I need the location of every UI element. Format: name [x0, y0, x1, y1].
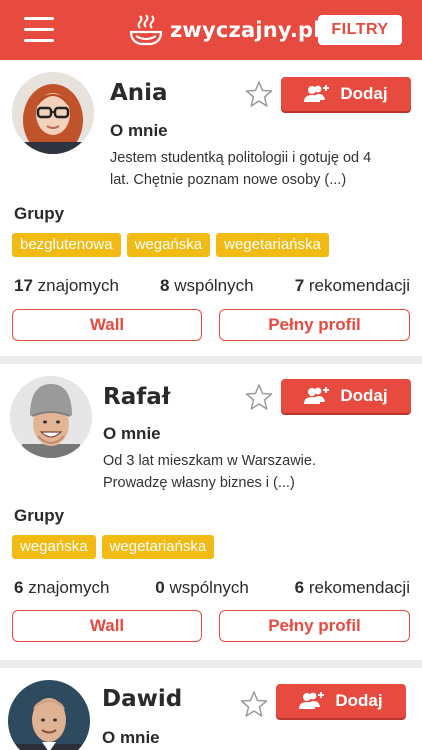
group-tags: wegańska wegetariańska	[12, 535, 215, 559]
filter-button[interactable]: FILTRY	[318, 15, 402, 45]
about-heading: O mnie	[110, 121, 168, 140]
group-tag[interactable]: wegańska	[12, 535, 96, 559]
profile-card: Rafał Dodaj O mnie Od 3 lat mieszkam w W…	[0, 364, 422, 660]
about-line: Jestem studentką politologii i gotuję od…	[110, 150, 372, 166]
top-bar: zwyczajny.pl FILTRY	[0, 0, 422, 60]
avatar-photo	[12, 72, 94, 154]
common-count: 8	[160, 276, 170, 295]
about-line: Od 3 lat mieszkam w Warszawie.	[103, 453, 316, 469]
common-stat[interactable]: 8 wspólnych	[160, 276, 254, 296]
profile-stats: 6 znajomych 0 wspólnych 6 rekomendacji	[14, 578, 410, 598]
about-line: lat. Chętnie poznam nowe osoby (...)	[110, 172, 347, 188]
add-friend-label: Dodaj	[340, 386, 388, 405]
about-text: Jestem studentką politologii i gotuję od…	[110, 147, 410, 191]
common-count: 0	[155, 578, 165, 597]
full-profile-button[interactable]: Pełny profil	[219, 610, 410, 642]
brand-name: zwyczajny.pl	[170, 18, 321, 42]
wall-button[interactable]: Wall	[12, 610, 202, 642]
avatar-photo	[10, 376, 92, 458]
friends-label: znajomych	[37, 276, 119, 295]
add-user-icon	[304, 85, 330, 102]
add-friend-button[interactable]: Dodaj	[281, 77, 411, 111]
avatar[interactable]	[12, 72, 94, 154]
add-friend-label: Dodaj	[340, 84, 388, 103]
profile-name[interactable]: Ania	[110, 80, 168, 106]
avatar[interactable]	[10, 376, 92, 458]
friends-count: 17	[14, 276, 33, 295]
profile-name[interactable]: Rafał	[103, 384, 170, 410]
star-icon[interactable]	[245, 383, 273, 411]
menu-icon[interactable]	[24, 17, 54, 43]
profile-card: Ania Dodaj O mnie Jestem studentką polit…	[0, 60, 422, 356]
friends-label: znajomych	[28, 578, 110, 597]
about-line: Prowadzę własny biznes i (...)	[103, 475, 295, 491]
about-heading: O mnie	[102, 728, 160, 747]
group-tag[interactable]: wegańska	[126, 233, 211, 257]
add-friend-button[interactable]: Dodaj	[276, 684, 406, 718]
brand-logo[interactable]: zwyczajny.pl	[128, 12, 321, 48]
common-label: wspólnych	[174, 276, 254, 295]
add-friend-label: Dodaj	[335, 691, 383, 710]
groups-heading: Grupy	[14, 204, 65, 223]
recommendations-label: rekomendacji	[308, 276, 410, 295]
profile-stats: 17 znajomych 8 wspólnych 7 rekomendacji	[14, 276, 410, 296]
group-tag[interactable]: wegetariańska	[216, 233, 329, 257]
recommendations-stat[interactable]: 7 rekomendacji	[295, 276, 410, 296]
full-profile-button[interactable]: Pełny profil	[219, 309, 410, 341]
about-text: Od 3 lat mieszkam w Warszawie. Prowadzę …	[103, 450, 403, 494]
recommendations-count: 7	[294, 276, 305, 295]
avatar-photo	[8, 680, 90, 750]
about-heading: O mnie	[103, 424, 161, 443]
add-user-icon	[299, 692, 325, 709]
group-tag[interactable]: bezglutenowa	[12, 233, 121, 257]
recommendations-stat[interactable]: 6 rekomendacji	[295, 578, 410, 598]
common-label: wspólnych	[169, 578, 249, 597]
friends-stat[interactable]: 6 znajomych	[14, 578, 109, 598]
avatar[interactable]	[8, 680, 90, 750]
recommendations-label: rekomendacji	[308, 578, 410, 597]
profile-card: Dawid Dodaj O mnie	[0, 668, 422, 750]
profile-name[interactable]: Dawid	[102, 686, 182, 712]
star-icon[interactable]	[245, 80, 273, 108]
friends-stat[interactable]: 17 znajomych	[14, 276, 119, 296]
recommendations-count: 6	[294, 578, 305, 597]
common-stat[interactable]: 0 wspólnych	[155, 578, 249, 598]
groups-heading: Grupy	[14, 506, 65, 525]
group-tags: bezglutenowa wegańska wegetariańska	[12, 233, 329, 257]
friends-count: 6	[14, 578, 24, 597]
group-tag[interactable]: wegetariańska	[101, 535, 215, 559]
wall-button[interactable]: Wall	[12, 309, 202, 341]
add-user-icon	[304, 387, 330, 404]
add-friend-button[interactable]: Dodaj	[281, 379, 411, 413]
cooking-pot-icon	[129, 14, 163, 46]
star-icon[interactable]	[240, 690, 268, 718]
